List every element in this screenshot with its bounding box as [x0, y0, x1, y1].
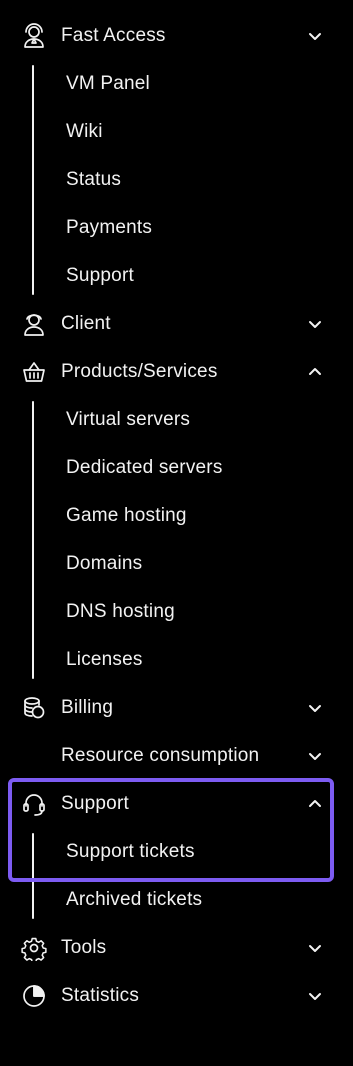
submenu-item-dedicated-servers[interactable]: Dedicated servers: [0, 444, 353, 492]
pie-chart-icon: [20, 982, 48, 1010]
section-fast-access[interactable]: Fast Access: [0, 12, 353, 60]
submenu-support: Support tickets Archived tickets: [0, 828, 353, 924]
chevron-down-icon[interactable]: [307, 700, 323, 716]
submenu-item-support-tickets[interactable]: Support tickets: [0, 828, 353, 876]
submenu-item-support[interactable]: Support: [0, 252, 353, 300]
submenu-item-vm-panel[interactable]: VM Panel: [0, 60, 353, 108]
user-icon: [20, 310, 48, 338]
sidebar-nav: Fast Access VM Panel Wiki Status Payment…: [0, 12, 353, 1020]
headset-icon: [20, 790, 48, 818]
section-label: Products/Services: [61, 361, 218, 382]
section-label: Resource consumption: [61, 745, 260, 766]
section-products-services[interactable]: Products/Services: [0, 348, 353, 396]
chevron-up-icon[interactable]: [307, 796, 323, 812]
basket-icon: [20, 358, 48, 386]
section-support[interactable]: Support: [0, 780, 353, 828]
chevron-down-icon[interactable]: [307, 940, 323, 956]
section-label: Support: [61, 793, 129, 814]
section-label: Statistics: [61, 985, 140, 1006]
chevron-down-icon[interactable]: [307, 316, 323, 332]
section-resource-consumption[interactable]: Resource consumption: [0, 732, 353, 780]
section-label: Fast Access: [61, 25, 166, 46]
section-tools[interactable]: Tools: [0, 924, 353, 972]
submenu-item-licenses[interactable]: Licenses: [0, 636, 353, 684]
submenu-item-payments[interactable]: Payments: [0, 204, 353, 252]
section-label: Billing: [61, 697, 114, 718]
section-label: Tools: [61, 937, 107, 958]
submenu-item-virtual-servers[interactable]: Virtual servers: [0, 396, 353, 444]
section-client[interactable]: Client: [0, 300, 353, 348]
submenu-products-services: Virtual servers Dedicated servers Game h…: [0, 396, 353, 684]
chevron-down-icon[interactable]: [307, 748, 323, 764]
submenu-item-archived-tickets[interactable]: Archived tickets: [0, 876, 353, 924]
section-label: Client: [61, 313, 111, 334]
submenu-fast-access: VM Panel Wiki Status Payments Support: [0, 60, 353, 300]
submenu-item-dns-hosting[interactable]: DNS hosting: [0, 588, 353, 636]
gear-icon: [20, 934, 48, 962]
chevron-down-icon[interactable]: [307, 988, 323, 1004]
submenu-item-domains[interactable]: Domains: [0, 540, 353, 588]
coins-icon: [20, 694, 48, 722]
user-headset-icon: [20, 22, 48, 50]
submenu-item-status[interactable]: Status: [0, 156, 353, 204]
submenu-item-wiki[interactable]: Wiki: [0, 108, 353, 156]
chevron-up-icon[interactable]: [307, 364, 323, 380]
section-billing[interactable]: Billing: [0, 684, 353, 732]
submenu-item-game-hosting[interactable]: Game hosting: [0, 492, 353, 540]
section-statistics[interactable]: Statistics: [0, 972, 353, 1020]
chevron-down-icon[interactable]: [307, 28, 323, 44]
